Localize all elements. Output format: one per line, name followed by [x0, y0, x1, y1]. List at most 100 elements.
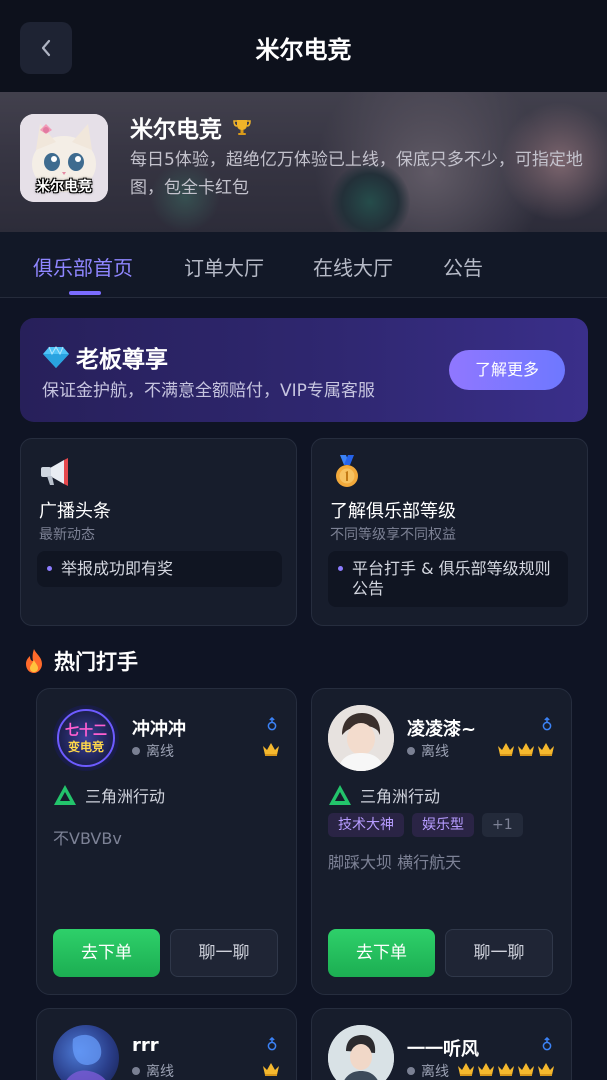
- player-name: 凌凌漆~: [407, 719, 477, 740]
- player-name: rrr: [132, 1035, 159, 1056]
- medal-icon: [336, 455, 358, 487]
- vip-banner[interactable]: 老板尊享 保证金护航，不满意全额赔付，VIP专属客服 了解更多: [20, 318, 588, 422]
- male-icon: [542, 1037, 552, 1051]
- player-avatar: [53, 1025, 119, 1080]
- offline-dot: [132, 747, 140, 755]
- player-rank-crowns: [262, 741, 280, 757]
- vip-title: 老板尊享: [76, 347, 168, 373]
- club-name: 米尔电竞: [130, 117, 222, 143]
- player-rank-crowns: [497, 741, 555, 757]
- top-bar: 米尔电竞: [0, 0, 607, 92]
- delta-force-icon: [329, 785, 351, 805]
- player-tags: 技术大神 娱乐型 +1: [328, 813, 523, 837]
- club-name-row: 米尔电竞: [130, 110, 252, 144]
- broadcast-card[interactable]: 广播头条 最新动态 举报成功即有奖: [20, 438, 297, 626]
- crown-icon: [498, 743, 514, 756]
- player-bio: 不VBVBv: [53, 829, 122, 848]
- page-title: 米尔电竞: [255, 36, 352, 64]
- tag-skill: 技术大神: [328, 813, 404, 837]
- tag-more[interactable]: +1: [482, 813, 523, 837]
- club-level-item-text: 平台打手 & 俱乐部等级规则公告: [352, 559, 551, 598]
- player-status: 离线: [132, 1061, 174, 1080]
- tag-style: 娱乐型: [412, 813, 474, 837]
- player-card[interactable]: 一一听风 离线: [311, 1008, 572, 1080]
- broadcast-item-text: 举报成功即有奖: [61, 559, 174, 578]
- place-order-button[interactable]: 去下单: [53, 929, 160, 977]
- learn-more-button[interactable]: 了解更多: [449, 350, 565, 390]
- avatar-photo-icon: [328, 1025, 394, 1080]
- crown-icon: [263, 743, 279, 756]
- crown-icon: [538, 1063, 554, 1076]
- crown-icon: [263, 1063, 279, 1076]
- player-card[interactable]: 凌凌漆~ 离线 三角洲行动 技术大神 娱乐型 +1 脚踩大坝 横行航天 去下单 …: [311, 688, 572, 995]
- player-status-text: 离线: [146, 1064, 174, 1080]
- bullet-dot: [47, 566, 52, 571]
- tab-announcements[interactable]: 公告: [443, 252, 483, 281]
- player-status: 离线: [132, 741, 174, 761]
- crown-icon: [538, 743, 554, 756]
- broadcast-item[interactable]: 举报成功即有奖: [37, 551, 282, 587]
- crown-icon: [478, 1063, 494, 1076]
- player-game: 三角洲行动: [53, 783, 165, 807]
- chat-button[interactable]: 聊一聊: [445, 929, 553, 977]
- player-status: 离线: [407, 1061, 449, 1080]
- tab-order-hall[interactable]: 订单大厅: [184, 252, 264, 281]
- club-logo: 米尔电竞: [20, 114, 108, 202]
- player-game: 三角洲行动: [328, 783, 440, 807]
- player-avatar: [328, 705, 394, 771]
- hot-players-heading: 热门打手: [22, 646, 138, 676]
- trophy-icon: [233, 120, 251, 135]
- player-game-name: 三角洲行动: [360, 787, 441, 806]
- male-icon: [267, 717, 277, 731]
- player-status-text: 离线: [421, 1064, 449, 1080]
- player-name: 冲冲冲: [132, 719, 186, 740]
- place-order-button[interactable]: 去下单: [328, 929, 435, 977]
- player-bio: 脚踩大坝 横行航天: [328, 853, 462, 872]
- broadcast-title: 广播头条: [39, 501, 111, 522]
- player-avatar: [328, 1025, 394, 1080]
- svg-text:七十二: 七十二: [65, 722, 107, 739]
- svg-text:变电竞: 变电竞: [68, 739, 104, 754]
- crown-icon: [518, 743, 534, 756]
- vip-description: 保证金护航，不满意全额赔付，VIP专属客服: [42, 381, 375, 401]
- player-card[interactable]: rrr 离线: [36, 1008, 297, 1080]
- club-tabs: 俱乐部首页 订单大厅 在线大厅 公告: [0, 232, 607, 298]
- club-level-card[interactable]: 了解俱乐部等级 不同等级享不同权益 平台打手 & 俱乐部等级规则公告: [311, 438, 588, 626]
- offline-dot: [407, 747, 415, 755]
- avatar-logo-icon: 七十二 变电竞: [57, 709, 115, 767]
- player-avatar: 七十二 变电竞: [53, 705, 119, 771]
- crown-icon: [458, 1063, 474, 1076]
- club-level-title: 了解俱乐部等级: [330, 501, 456, 522]
- vip-title-row: 老板尊享: [42, 340, 168, 374]
- male-icon: [267, 1037, 277, 1051]
- player-status-text: 离线: [146, 744, 174, 760]
- male-icon: [542, 717, 552, 731]
- tab-online-hall[interactable]: 在线大厅: [313, 252, 393, 281]
- player-card[interactable]: 七十二 变电竞 冲冲冲 离线 三角洲行动 不VBVBv 去下单 聊一聊: [36, 688, 297, 995]
- bullet-dot: [338, 566, 343, 571]
- offline-dot: [407, 1067, 415, 1075]
- crown-icon: [498, 1063, 514, 1076]
- broadcast-subtitle: 最新动态: [39, 527, 95, 543]
- club-description: 每日5体验，超绝亿万体验已上线，保底只多不少，可指定地图，包全卡红包: [130, 150, 583, 198]
- avatar-photo-icon: [66, 1034, 106, 1080]
- avatar-photo-icon: [328, 705, 394, 771]
- player-rank-crowns: [262, 1061, 280, 1077]
- diamond-icon: [43, 345, 69, 368]
- club-level-item[interactable]: 平台打手 & 俱乐部等级规则公告: [328, 551, 568, 607]
- crown-icon: [518, 1063, 534, 1076]
- chat-button[interactable]: 聊一聊: [170, 929, 278, 977]
- delta-force-icon: [54, 785, 76, 805]
- fire-icon: [26, 649, 42, 673]
- megaphone-icon: [41, 458, 68, 486]
- offline-dot: [132, 1067, 140, 1075]
- club-banner: 米尔电竞 米尔电竞 每日5体验，超绝亿万体验已上线，保底只多不少，可指定地图，包…: [0, 92, 607, 232]
- tab-club-home[interactable]: 俱乐部首页: [33, 252, 133, 281]
- player-rank-crowns: [457, 1061, 555, 1077]
- tab-active-indicator: [69, 291, 101, 295]
- club-level-subtitle: 不同等级享不同权益: [330, 527, 456, 543]
- club-logo-text: 米尔电竞: [36, 179, 92, 195]
- section-title: 热门打手: [54, 650, 138, 674]
- player-game-name: 三角洲行动: [85, 787, 166, 806]
- player-status: 离线: [407, 741, 449, 761]
